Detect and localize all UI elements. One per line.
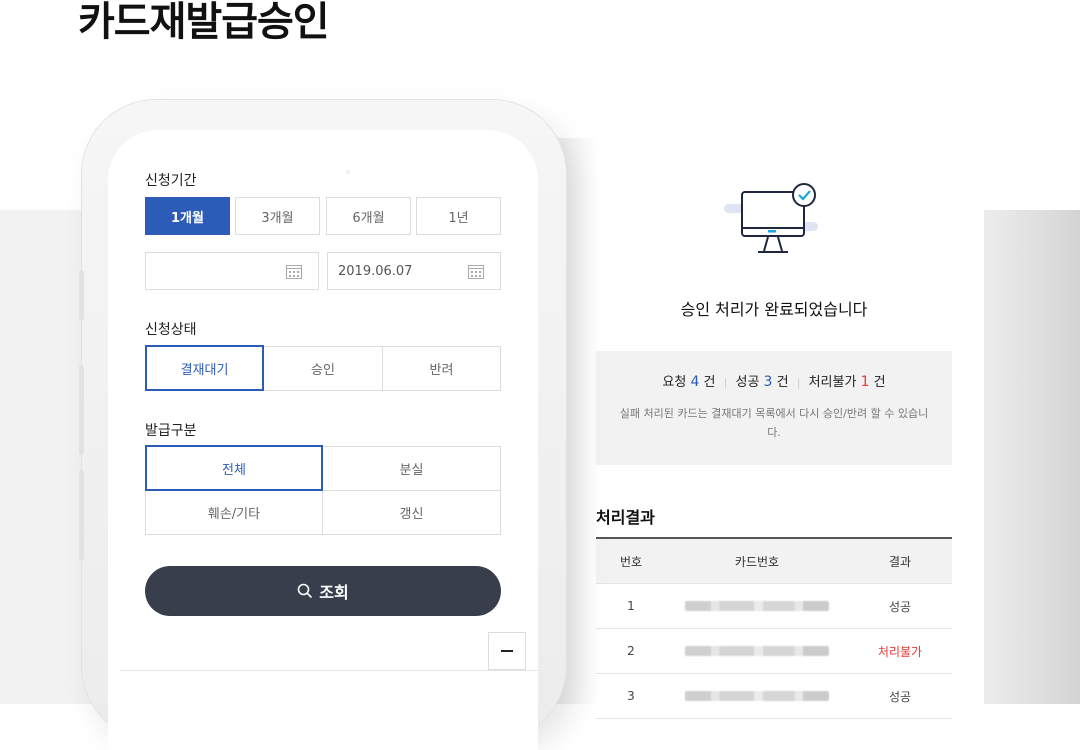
row-number: 3 xyxy=(627,689,635,703)
row-result: 성공 xyxy=(888,599,912,614)
summary-box: 요청 4 건 | 성공 3 건 | 처리불가 1 건 실패 처리된 카드는 결재… xyxy=(596,351,952,465)
result-table-title: 처리결과 xyxy=(596,508,655,527)
success-label: 성공 xyxy=(735,375,760,390)
period-6-months-button[interactable]: 6개월 xyxy=(326,197,411,235)
phone-side-button xyxy=(79,270,84,320)
success-count: 3 xyxy=(763,374,773,390)
camera-dot xyxy=(346,170,350,174)
search-button-label: 조회 xyxy=(319,583,349,602)
column-header-number: 번호 xyxy=(619,554,643,569)
table-row: 2 처리불가 xyxy=(596,629,952,674)
masked-card-number xyxy=(666,691,848,701)
table-row: 1 성공 xyxy=(596,584,952,629)
start-date-field[interactable] xyxy=(145,252,319,290)
issue-type-all-button[interactable]: 전체 xyxy=(145,445,323,491)
row-result: 처리불가 xyxy=(877,644,923,659)
phone-screen: 신청기간 1개월 3개월 6개월 1년 2019.06.07 신청상태 결재대기… xyxy=(108,130,538,750)
table-row: 3 성공 xyxy=(596,674,952,719)
issue-type-damaged-button[interactable]: 훼손/기타 xyxy=(145,490,323,535)
summary-counts: 요청 4 건 | 성공 3 건 | 처리불가 1 건 xyxy=(596,371,952,390)
result-table: 번호 카드번호 결과 1 성공 2 처리불가 3 성공 xyxy=(596,537,952,719)
row-number: 1 xyxy=(627,599,635,613)
masked-card-number xyxy=(666,601,848,611)
fail-unit: 건 xyxy=(873,375,886,390)
issue-type-renewal-button[interactable]: 갱신 xyxy=(322,490,501,535)
divider xyxy=(120,670,538,671)
issue-type-label: 발급구분 xyxy=(145,423,197,439)
monitor-check-icon xyxy=(724,183,818,253)
search-icon xyxy=(297,583,313,599)
request-unit: 건 xyxy=(703,375,716,390)
status-rejected-button[interactable]: 반려 xyxy=(382,346,501,391)
status-approved-button[interactable]: 승인 xyxy=(263,346,383,391)
phone-side-button xyxy=(79,365,84,455)
period-label: 신청기간 xyxy=(145,173,197,189)
column-header-result: 결과 xyxy=(888,554,912,569)
page-title: 카드재발급승인 xyxy=(78,0,330,45)
masked-card-number xyxy=(666,646,848,656)
phone-frame: 신청기간 1개월 3개월 6개월 1년 2019.06.07 신청상태 결재대기… xyxy=(79,100,566,750)
fail-count: 1 xyxy=(860,374,870,390)
fail-label: 처리불가 xyxy=(808,375,857,390)
end-date-value: 2019.06.07 xyxy=(338,263,413,279)
period-1-month-button[interactable]: 1개월 xyxy=(145,197,230,235)
phone-side-button xyxy=(79,470,84,560)
end-date-field[interactable]: 2019.06.07 xyxy=(327,252,501,290)
complete-message: 승인 처리가 완료되었습니다 xyxy=(680,300,868,319)
column-header-card-number: 카드번호 xyxy=(734,554,780,569)
calendar-icon[interactable] xyxy=(286,264,302,279)
background-band-right xyxy=(984,210,1080,704)
request-count: 4 xyxy=(690,374,700,390)
period-3-months-button[interactable]: 3개월 xyxy=(235,197,320,235)
request-label: 요청 xyxy=(662,375,687,390)
status-pending-button[interactable]: 결재대기 xyxy=(145,345,264,391)
summary-note: 실패 처리된 카드는 결재대기 목록에서 다시 승인/반려 할 수 있습니다. xyxy=(619,407,929,439)
divider: | xyxy=(723,376,728,389)
search-button[interactable]: 조회 xyxy=(145,566,501,616)
minus-icon xyxy=(501,650,513,652)
table-header-row: 번호 카드번호 결과 xyxy=(596,539,952,584)
issue-type-lost-button[interactable]: 분실 xyxy=(322,446,501,491)
success-unit: 건 xyxy=(776,375,789,390)
collapse-button[interactable] xyxy=(488,632,526,670)
row-result: 성공 xyxy=(888,689,912,704)
period-1-year-button[interactable]: 1년 xyxy=(416,197,501,235)
divider: | xyxy=(796,376,801,389)
status-label: 신청상태 xyxy=(145,322,197,338)
calendar-icon[interactable] xyxy=(468,264,484,279)
row-number: 2 xyxy=(627,644,635,658)
